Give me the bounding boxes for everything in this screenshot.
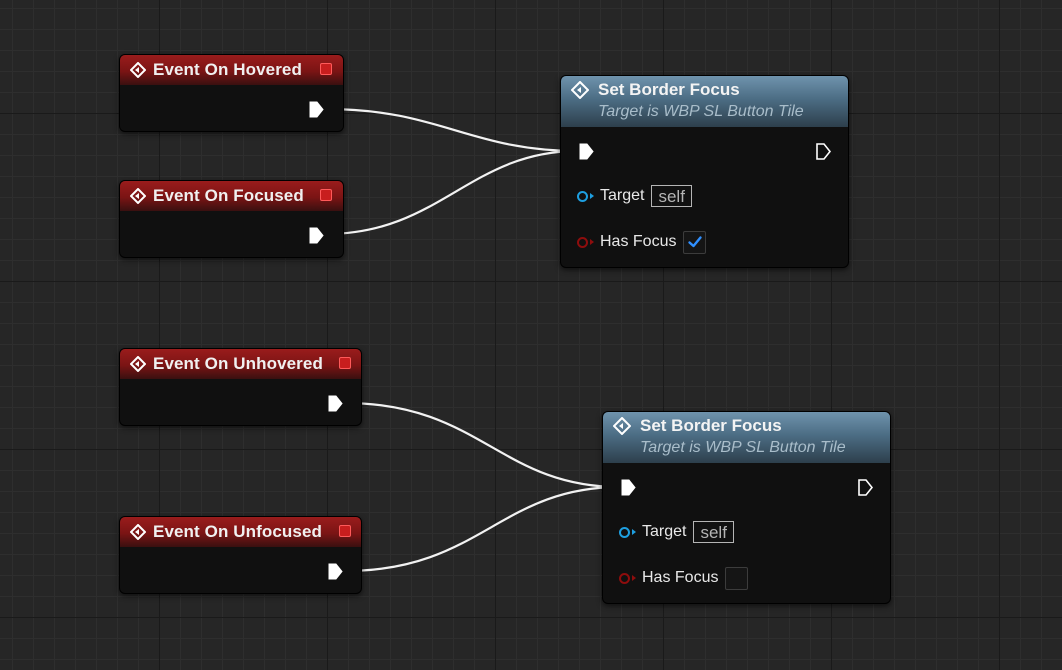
exec-output-pin[interactable]	[328, 563, 343, 580]
event-node-header[interactable]: Event On Hovered	[120, 55, 343, 85]
blueprint-graph-canvas[interactable]: Event On Hovered Event On Focused Event	[0, 0, 1062, 670]
function-node-header[interactable]: Set Border Focus Target is WBP SL Button…	[603, 412, 890, 463]
target-label: Target	[642, 523, 687, 540]
event-node-header[interactable]: Event On Unfocused	[120, 517, 361, 547]
function-subtitle: Target is WBP SL Button Tile	[598, 103, 804, 120]
exec-output-pin[interactable]	[309, 227, 324, 244]
exec-output-pin[interactable]	[816, 143, 831, 160]
has-focus-pin-row: Has Focus	[619, 565, 749, 591]
exec-output-pin[interactable]	[309, 101, 324, 118]
target-object-pin[interactable]	[577, 190, 588, 202]
exec-output-pin[interactable]	[858, 479, 873, 496]
exec-wire-hovered[interactable]	[325, 107, 579, 153]
function-diamond-icon	[613, 417, 631, 435]
delegate-output-pin[interactable]	[320, 189, 332, 201]
function-diamond-icon	[571, 81, 589, 99]
event-diamond-icon	[130, 62, 146, 78]
function-subtitle: Target is WBP SL Button Tile	[640, 439, 846, 456]
has-focus-checkbox[interactable]	[725, 566, 749, 590]
event-diamond-icon	[130, 356, 146, 372]
event-node-on-unhovered[interactable]: Event On Unhovered	[119, 348, 362, 426]
exec-input-pin[interactable]	[621, 479, 636, 496]
event-node-header[interactable]: Event On Focused	[120, 181, 343, 211]
has-focus-pin-row: Has Focus	[577, 229, 707, 255]
checkmark-icon	[688, 236, 702, 248]
pin-arrow-icon	[590, 193, 594, 199]
event-title: Event On Focused	[153, 186, 304, 205]
exec-output-pin[interactable]	[328, 395, 343, 412]
has-focus-label: Has Focus	[642, 569, 719, 586]
event-title: Event On Unfocused	[153, 522, 322, 541]
function-title: Set Border Focus	[598, 80, 740, 99]
target-pin-row: Target self	[577, 183, 692, 209]
exec-wire-focused[interactable]	[325, 149, 579, 236]
pin-arrow-icon	[632, 575, 636, 581]
function-title: Set Border Focus	[640, 416, 782, 435]
event-node-on-focused[interactable]: Event On Focused	[119, 180, 344, 258]
event-title: Event On Unhovered	[153, 354, 323, 373]
event-diamond-icon	[130, 524, 146, 540]
target-label: Target	[600, 187, 645, 204]
has-focus-checkbox[interactable]	[683, 230, 707, 254]
exec-wire-unhovered[interactable]	[344, 401, 621, 489]
event-node-on-hovered[interactable]: Event On Hovered	[119, 54, 344, 132]
exec-input-pin[interactable]	[579, 143, 594, 160]
target-pin-row: Target self	[619, 519, 734, 545]
function-node-header[interactable]: Set Border Focus Target is WBP SL Button…	[561, 76, 848, 127]
pin-arrow-icon	[590, 239, 594, 245]
pin-arrow-icon	[632, 529, 636, 535]
delegate-output-pin[interactable]	[339, 357, 351, 369]
delegate-output-pin[interactable]	[320, 63, 332, 75]
target-object-pin[interactable]	[619, 526, 630, 538]
event-node-on-unfocused[interactable]: Event On Unfocused	[119, 516, 362, 594]
target-value-field[interactable]: self	[651, 185, 692, 207]
event-title: Event On Hovered	[153, 60, 302, 79]
has-focus-bool-pin[interactable]	[619, 572, 630, 584]
event-node-header[interactable]: Event On Unhovered	[120, 349, 361, 379]
event-diamond-icon	[130, 188, 146, 204]
exec-wire-unfocused[interactable]	[344, 485, 621, 573]
has-focus-label: Has Focus	[600, 233, 677, 250]
function-node-set-border-focus-2[interactable]: Set Border Focus Target is WBP SL Button…	[602, 411, 891, 604]
delegate-output-pin[interactable]	[339, 525, 351, 537]
has-focus-bool-pin[interactable]	[577, 236, 588, 248]
function-node-set-border-focus-1[interactable]: Set Border Focus Target is WBP SL Button…	[560, 75, 849, 268]
target-value-field[interactable]: self	[693, 521, 734, 543]
